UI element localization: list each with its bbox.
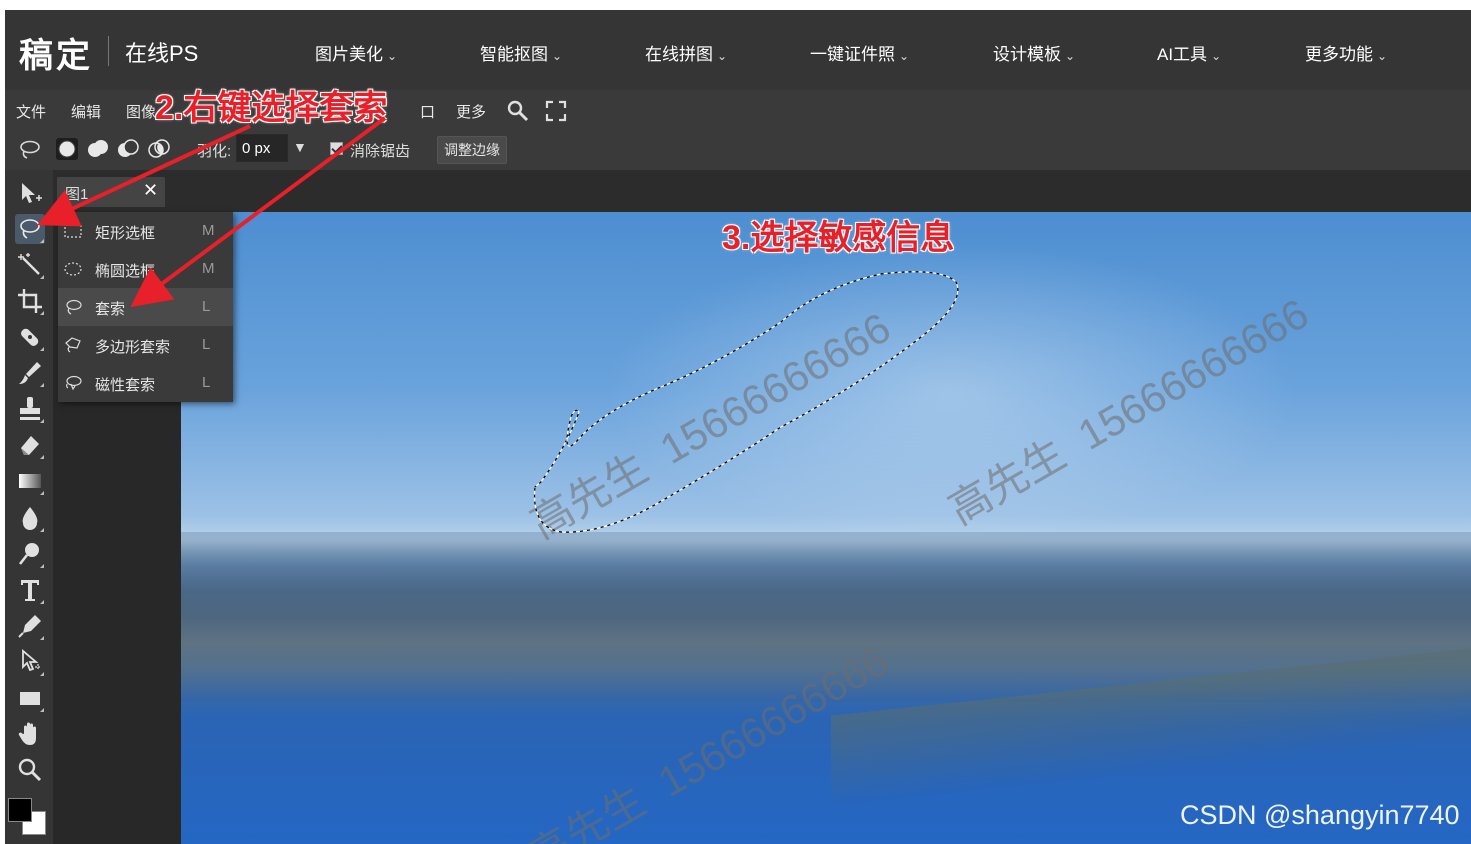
- arrow-to-lasso-item: [130, 116, 387, 308]
- csdn-credit: CSDN @shangyin7740: [1180, 800, 1460, 830]
- annotation-arrows: [37, 116, 387, 308]
- arrow-to-lasso-tool: [37, 124, 251, 227]
